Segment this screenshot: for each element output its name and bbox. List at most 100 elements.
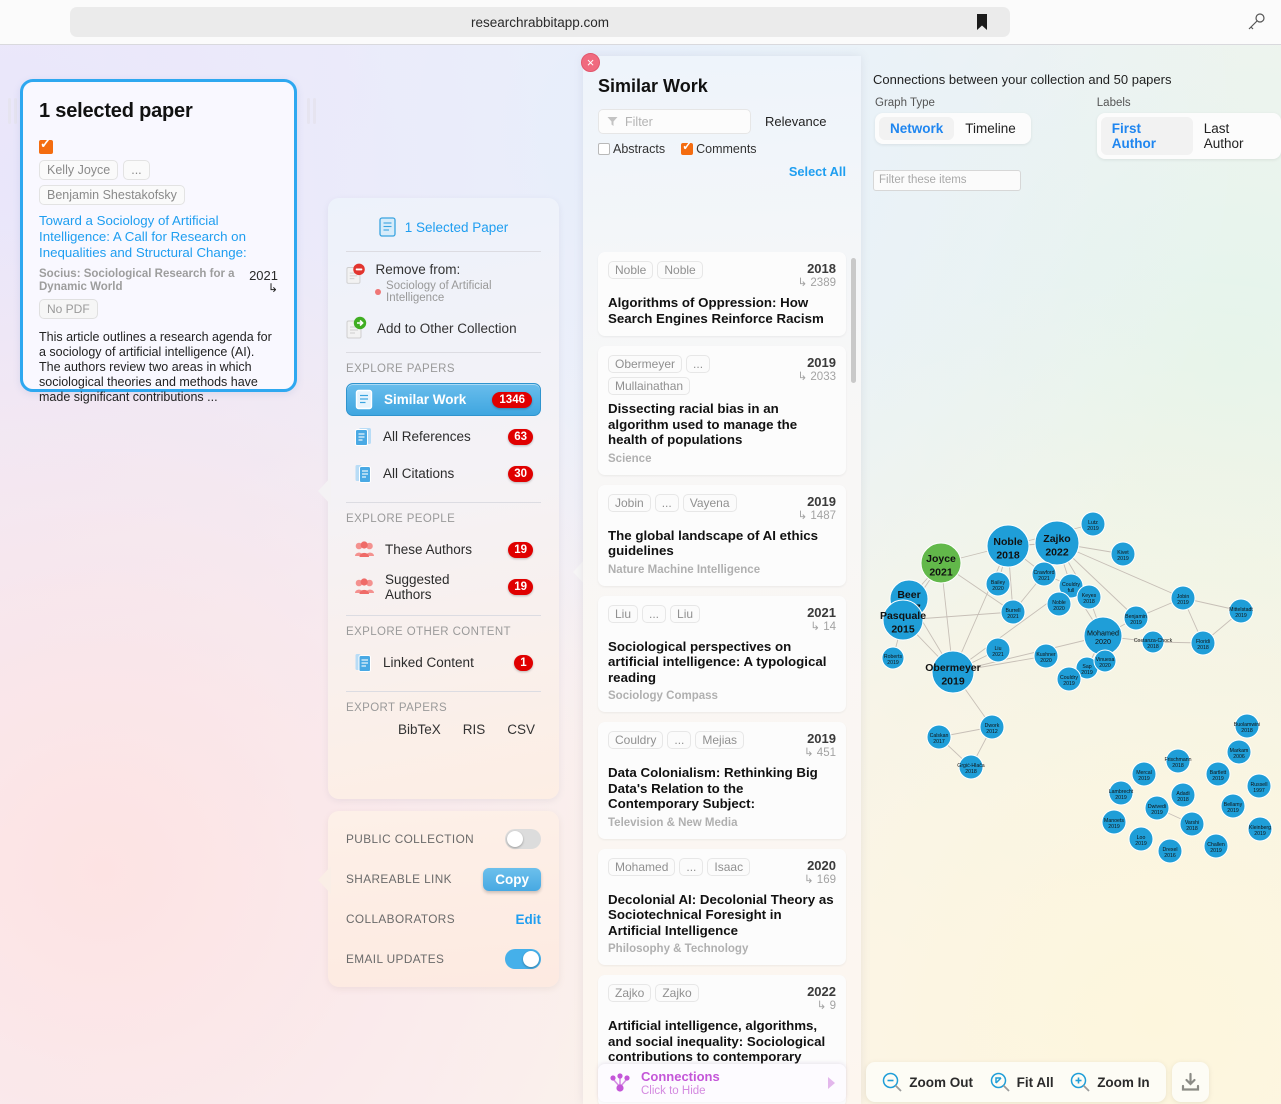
author-chip[interactable]: Liu xyxy=(608,604,639,623)
public-collection-toggle[interactable] xyxy=(505,829,541,849)
paper-title[interactable]: Decolonial AI: Decolonial Theory as Soci… xyxy=(608,892,836,939)
selected-paper-card[interactable]: 1 selected paper Kelly Joyce ... Benjami… xyxy=(20,79,297,404)
download-graph-button[interactable] xyxy=(1172,1062,1209,1102)
author-chip[interactable]: ... xyxy=(654,493,679,512)
author-chip[interactable]: Mejias xyxy=(695,731,745,749)
graph-node[interactable]: Keyes2018 xyxy=(1076,584,1102,610)
graph-node[interactable]: Zajko 2022 xyxy=(1034,520,1080,566)
graph-node[interactable]: Adadi2018 xyxy=(1170,782,1196,808)
filter-input[interactable]: Filter xyxy=(598,109,751,134)
graph-node[interactable]: Liu2021 xyxy=(985,637,1011,663)
graph-node[interactable]: Joyce 2021 xyxy=(920,542,962,584)
author-chip[interactable]: ... xyxy=(679,857,704,876)
add-to-other-collection-action[interactable]: Add to Other Collection xyxy=(346,316,541,340)
sidebar-item-similar-work[interactable]: Similar Work 1346 xyxy=(346,383,541,416)
select-all-link[interactable]: Select All xyxy=(583,156,861,179)
export-csv-button[interactable]: CSV xyxy=(507,722,535,737)
graph-node[interactable]: Jobin2019 xyxy=(1170,585,1196,611)
author-chip[interactable]: Mohamed xyxy=(608,857,676,876)
graph-node[interactable]: Mercal2019 xyxy=(1131,761,1157,787)
graph-node[interactable]: Frischmann2018 xyxy=(1164,748,1192,774)
paper-list-item[interactable]: Liu ... Liu 2021 ↳ 14 Sociological persp… xyxy=(598,595,846,712)
graph-node[interactable]: Costanza-Chock2018 xyxy=(1134,630,1173,654)
author-chip[interactable]: Noble xyxy=(608,261,654,279)
paper-title[interactable]: Sociological perspectives on artificial … xyxy=(608,639,836,686)
author-chip[interactable]: Kelly Joyce xyxy=(39,160,119,180)
abstracts-checkbox[interactable]: Abstracts xyxy=(598,142,665,156)
tab-network[interactable]: Network xyxy=(879,117,955,140)
graph-filter-input[interactable]: Filter these items xyxy=(873,170,1021,191)
graph-node[interactable]: Varshi2018 xyxy=(1179,811,1205,837)
fit-all-button[interactable]: Fit All xyxy=(990,1072,1054,1093)
graph-node[interactable]: Kivet2019 xyxy=(1110,541,1136,567)
connections-toggle-bar[interactable]: Connections Click to Hide xyxy=(598,1064,846,1102)
graph-node[interactable]: Kushner2020 xyxy=(1033,643,1059,669)
author-chip[interactable]: Isaac xyxy=(707,857,751,876)
graph-node[interactable]: Markam2006 xyxy=(1226,739,1252,765)
author-chip[interactable]: ... xyxy=(667,731,692,749)
graph-node[interactable]: Bellamy2019 xyxy=(1220,793,1246,819)
graph-node[interactable]: Noble2020 xyxy=(1046,591,1072,617)
paper-list-item[interactable]: Jobin ... Vayena 2019 ↳ 1487 The global … xyxy=(598,484,846,586)
zoom-in-button[interactable]: Zoom In xyxy=(1070,1072,1150,1093)
graph-node[interactable]: Lambrecht2019 xyxy=(1108,780,1134,806)
graph-node[interactable]: Bailey2020 xyxy=(985,571,1011,597)
author-chip[interactable]: Couldry xyxy=(608,731,664,749)
author-chip[interactable]: Jobin xyxy=(608,493,651,512)
author-chip[interactable]: ... xyxy=(642,604,667,623)
list-scrollbar[interactable] xyxy=(851,258,856,383)
author-chip-ellipsis[interactable]: ... xyxy=(123,160,150,180)
close-panel-button[interactable]: × xyxy=(581,53,600,72)
comments-checkbox[interactable]: Comments xyxy=(681,140,757,156)
author-chip[interactable]: Mullainathan xyxy=(608,377,691,395)
graph-node[interactable]: Mohamed2020 xyxy=(1083,616,1123,656)
paper-title[interactable]: Dissecting racial bias in an algorithm u… xyxy=(608,401,836,448)
address-bar[interactable]: researchrabbitapp.com xyxy=(70,7,1010,37)
author-chip[interactable]: ... xyxy=(686,355,711,373)
author-chip[interactable]: Noble xyxy=(657,261,703,279)
graph-node[interactable]: Benjamin2019 xyxy=(1123,605,1149,631)
graph-node[interactable]: Dwivedi2019 xyxy=(1144,795,1170,821)
graph-node[interactable]: Challen2019 xyxy=(1203,833,1229,859)
author-chip[interactable]: Zajko xyxy=(655,984,699,1002)
author-chip[interactable]: Liu xyxy=(670,604,701,623)
paper-list-item[interactable]: Noble Noble 2018 ↳ 2389 Algorithms of Op… xyxy=(598,252,846,336)
author-chip[interactable]: Vayena xyxy=(682,493,737,512)
graph-node[interactable]: Loo2019 xyxy=(1128,826,1154,852)
sidebar-item-these-authors[interactable]: These Authors 19 xyxy=(346,533,541,566)
sidebar-item-linked-content[interactable]: Linked Content 1 xyxy=(346,646,541,679)
paper-list-item[interactable]: Obermeyer ... Mullainathan 2019 ↳ 2033 D… xyxy=(598,346,846,475)
paper-list-item[interactable]: Mohamed ... Isaac 2020 ↳ 169 Decolonial … xyxy=(598,848,846,965)
tab-first-author[interactable]: First Author xyxy=(1100,117,1193,155)
tab-timeline[interactable]: Timeline xyxy=(954,117,1027,140)
paper-title[interactable]: Data Colonialism: Rethinking Big Data's … xyxy=(608,765,836,812)
sidebar-item-suggested-authors[interactable]: Suggested Authors 19 xyxy=(346,570,541,603)
chevron-right-icon[interactable] xyxy=(827,1077,836,1089)
paper-title-link[interactable]: Toward a Sociology of Artificial Intelli… xyxy=(39,213,278,261)
graph-node[interactable]: Vinuesa2020 xyxy=(1093,649,1117,673)
left-drag-handle[interactable] xyxy=(8,98,17,124)
export-ris-button[interactable]: RIS xyxy=(463,722,486,737)
graph-node[interactable]: Drexel2016 xyxy=(1157,838,1183,864)
graph-node[interactable]: Mittelstadt2019 xyxy=(1228,598,1254,624)
sidebar-item-all-citations[interactable]: All Citations 30 xyxy=(346,457,541,490)
graph-node[interactable]: Dwork2012 xyxy=(979,714,1005,740)
author-chip[interactable]: Obermeyer xyxy=(608,355,683,373)
graph-node[interactable]: Floridi2018 xyxy=(1190,630,1216,656)
graph-node[interactable]: Couldry2019 xyxy=(1056,666,1082,692)
graph-node[interactable]: Buolamwini2018 xyxy=(1234,713,1261,739)
paper-title[interactable]: Algorithms of Oppression: How Search Eng… xyxy=(608,295,836,326)
paper-checkbox[interactable] xyxy=(39,137,53,154)
email-updates-toggle[interactable] xyxy=(505,949,541,969)
collapse-share-panel-chevron-icon[interactable] xyxy=(318,866,331,894)
remove-from-collection-action[interactable]: Remove from: Sociology of Artificial Int… xyxy=(346,262,541,304)
export-bibtex-button[interactable]: BibTeX xyxy=(398,722,441,737)
paper-list-item[interactable]: Couldry ... Mejias 2019 ↳ 451 Data Colon… xyxy=(598,722,846,839)
panel-drag-handle[interactable] xyxy=(307,98,316,124)
network-graph-canvas[interactable]: Joyce 2021 Noble 2018 Zajko 2022 Beer 2017 Pasqu… xyxy=(861,206,1281,1086)
sort-relevance-button[interactable]: Relevance xyxy=(765,114,826,129)
graph-node[interactable]: Crawford2021 xyxy=(1031,561,1057,587)
copy-link-button[interactable]: Copy xyxy=(483,867,541,891)
graph-type-segmented-control[interactable]: Network Timeline xyxy=(875,113,1031,144)
graph-node[interactable]: Burrell2021 xyxy=(1000,599,1026,625)
